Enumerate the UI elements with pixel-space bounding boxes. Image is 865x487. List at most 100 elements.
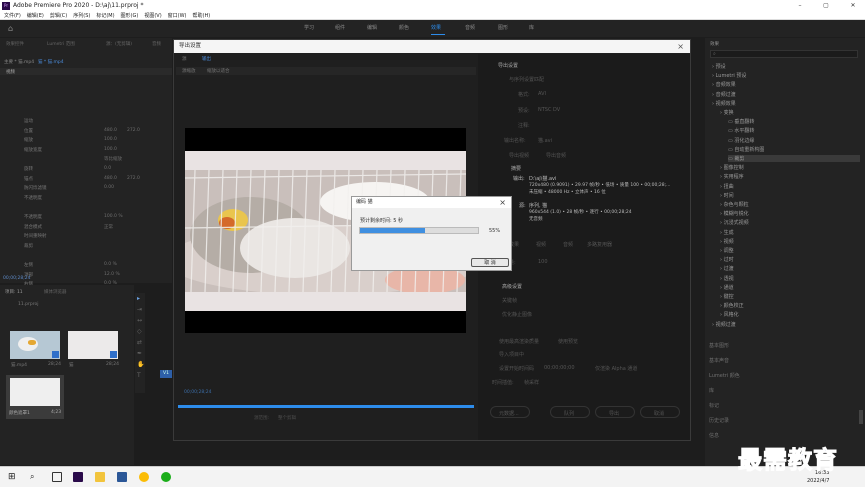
import-into-project-checkbox[interactable]: 导入项目中 (499, 351, 524, 358)
effects-tree-item[interactable]: › 扭曲 (720, 183, 734, 190)
metadata-button[interactable]: 元数据... (490, 406, 530, 418)
maximize-button[interactable]: ▢ (815, 0, 837, 11)
wechat-icon[interactable] (161, 472, 171, 482)
source-range-select[interactable]: 整个剪辑 (278, 415, 296, 421)
menu-view[interactable]: 视图(V) (144, 12, 161, 19)
export-video-checkbox[interactable]: 导出视频 (509, 152, 529, 159)
tab-source[interactable]: 源：(无剪辑) (106, 41, 132, 47)
close-button[interactable]: ✕ (842, 0, 864, 11)
sequence-thumbnail-cat[interactable] (68, 331, 118, 359)
effect-row-value[interactable]: 100.0 % (104, 214, 123, 219)
razor-tool-icon[interactable]: ◇ (137, 328, 142, 335)
windows-start-icon[interactable]: ⊞ (8, 472, 18, 482)
menu-markers[interactable]: 标记(M) (96, 12, 114, 19)
menu-sequence[interactable]: 序列(S) (73, 12, 90, 19)
start-timecode-value[interactable]: 00;00;00;00 (544, 365, 575, 371)
export-tab-source[interactable]: 源 (182, 56, 187, 62)
ripple-edit-tool-icon[interactable]: ↔ (137, 317, 142, 324)
preset-select[interactable]: NTSC DV (538, 107, 560, 113)
effects-tree-item[interactable]: › 视频 (720, 238, 734, 245)
effects-tree-item[interactable]: ▭ 裁剪 (728, 155, 860, 162)
effects-tree-item[interactable]: › 通道 (720, 284, 734, 291)
track-select-tool-icon[interactable]: ⇥ (137, 306, 142, 313)
workspace-learning[interactable]: 学习 (304, 24, 314, 31)
export-tab-multiplexer[interactable]: 多路复用器 (587, 241, 612, 248)
effects-tree-item[interactable]: › 音频效果 (712, 81, 736, 88)
effects-tree-item[interactable]: › 风格化 (720, 311, 739, 318)
effect-row-value[interactable]: 480.0 (104, 128, 117, 133)
lower-panel-tab[interactable]: 信息 (709, 432, 719, 439)
output-name-link[interactable]: 猫.avi (538, 137, 552, 144)
type-tool-icon[interactable]: T (137, 372, 141, 379)
task-view-icon[interactable] (52, 472, 62, 482)
workspace-assembly[interactable]: 组件 (335, 24, 345, 31)
workspace-editing[interactable]: 编辑 (367, 24, 377, 31)
match-sequence-checkbox[interactable]: 与序列设置匹配 (509, 76, 544, 83)
search-taskbar-icon[interactable]: ⌕ (30, 472, 40, 482)
effects-scrollbar[interactable] (859, 410, 863, 424)
effect-row-value[interactable]: 100.0 (104, 137, 117, 142)
max-render-quality-checkbox[interactable]: 使用最高渲染质量 (499, 338, 539, 345)
effect-row-value[interactable]: 12.0 % (104, 272, 120, 277)
clip-thumbnail-cat-mp4[interactable] (10, 331, 60, 359)
selection-tool-icon[interactable]: ▸ (137, 295, 140, 302)
set-start-timecode-checkbox[interactable]: 设置开始时间码 (499, 365, 534, 372)
effect-row-value-2[interactable]: 272.0 (127, 176, 140, 181)
export-audio-checkbox[interactable]: 导出音频 (546, 152, 566, 159)
tab-effect-controls[interactable]: 效果控件 (6, 41, 24, 47)
menu-edit[interactable]: 编辑(E) (27, 12, 44, 19)
export-tab-video[interactable]: 视频 (536, 241, 546, 248)
effects-tree-item[interactable]: › 沉浸式视频 (720, 219, 749, 226)
use-previews-checkbox[interactable]: 使用预览 (558, 338, 578, 345)
effects-tree-item[interactable]: › 调整 (720, 247, 734, 254)
encoding-close-icon[interactable]: × (499, 197, 506, 208)
effects-tree-item[interactable]: ▭ 水平翻转 (728, 127, 754, 134)
effects-tree-item[interactable]: › 视频效果 (712, 100, 736, 107)
menu-file[interactable]: 文件(F) (4, 12, 21, 19)
workspace-graphics[interactable]: 图形 (498, 24, 508, 31)
word-icon[interactable] (117, 472, 127, 482)
effect-row-value[interactable]: 0.0 (104, 166, 111, 171)
menu-window[interactable]: 窗口(W) (168, 12, 187, 19)
effect-row-value[interactable]: 正常 (104, 224, 113, 230)
lower-panel-tab[interactable]: 基本声音 (709, 357, 729, 364)
effects-tree-item[interactable]: › 杂色与颗粒 (720, 201, 749, 208)
file-explorer-icon[interactable] (95, 472, 105, 482)
tab-project[interactable]: 项目: 11 (5, 289, 23, 295)
tab-audio[interactable]: 音频 (152, 41, 161, 47)
home-icon[interactable]: ⌂ (8, 24, 17, 33)
tab-lumetri-scopes[interactable]: Lumetri 范围 (47, 41, 75, 47)
time-interpolation-select[interactable]: 帧采样 (524, 379, 539, 386)
tab-media-browser[interactable]: 媒体浏览器 (44, 289, 67, 295)
lower-panel-tab[interactable]: 标记 (709, 402, 719, 409)
premiere-taskbar-icon[interactable] (73, 472, 83, 482)
lower-panel-tab[interactable]: Lumetri 颜色 (709, 372, 740, 379)
hand-tool-icon[interactable]: ✋ (137, 361, 144, 368)
export-close-icon[interactable]: × (677, 40, 684, 53)
effects-tree-item[interactable]: › 变换 (720, 109, 734, 116)
slip-tool-icon[interactable]: ⇄ (137, 339, 142, 346)
effect-row-value[interactable]: 480.0 (104, 176, 117, 181)
quality-value[interactable]: 100 (538, 259, 548, 265)
optimize-stills-checkbox[interactable]: 优化静止图像 (502, 311, 532, 318)
lower-panel-tab[interactable]: 库 (709, 387, 714, 394)
cancel-export-button[interactable]: 取消 (640, 406, 680, 418)
queue-button[interactable]: 队列 (550, 406, 590, 418)
effects-tree-item[interactable]: › 过渡 (720, 265, 734, 272)
effect-row-value[interactable]: 100.0 (104, 147, 117, 152)
workspace-audio[interactable]: 音频 (465, 24, 475, 31)
menu-clip[interactable]: 剪辑(C) (50, 12, 67, 19)
effects-tree-item[interactable]: ▭ 自动重新构图 (728, 146, 764, 153)
effect-row-value-2[interactable]: 272.0 (127, 128, 140, 133)
chrome-icon[interactable] (139, 472, 149, 482)
effects-tree-item[interactable]: › 颜色校正 (720, 302, 744, 309)
render-alpha-checkbox[interactable]: 仅渲染 Alpha 通道 (595, 365, 637, 372)
lower-panel-tab[interactable]: 历史记录 (709, 417, 729, 424)
format-select[interactable]: AVI (538, 91, 546, 97)
color-matte-item[interactable]: 颜色遮罩1 4;23 (6, 375, 64, 419)
effects-tree-item[interactable]: › 预设 (712, 63, 726, 70)
effects-tree-item[interactable]: › 实用程序 (720, 173, 744, 180)
sequence-selector[interactable]: 主要 * 猫.mp4 (4, 59, 34, 65)
pen-tool-icon[interactable]: ✒ (137, 350, 142, 357)
effects-tree-item[interactable]: ▭ 垂直翻转 (728, 118, 754, 125)
